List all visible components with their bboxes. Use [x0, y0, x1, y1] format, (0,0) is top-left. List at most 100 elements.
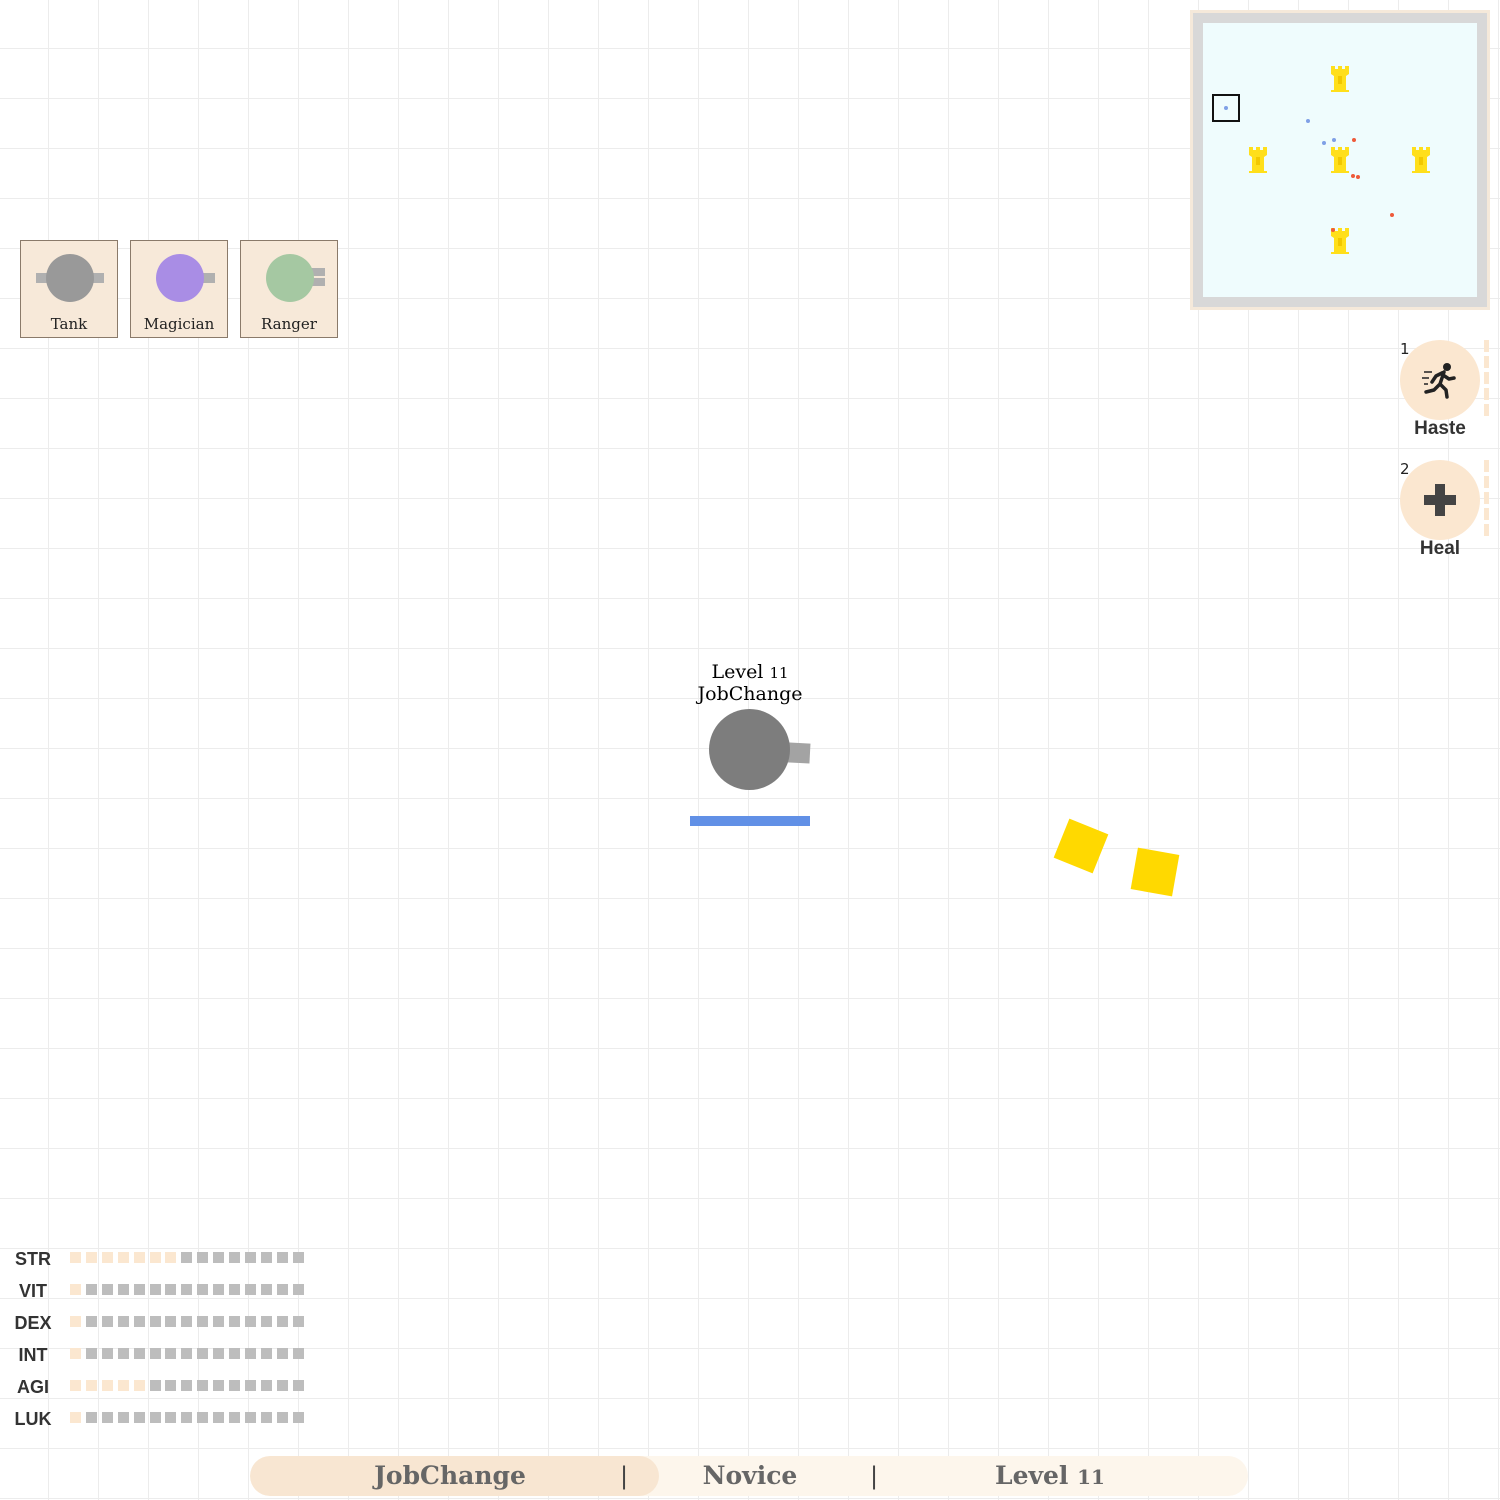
minimap-enemy-dot — [1331, 228, 1335, 232]
player-info-bar: JobChange | Novice | Level 11 — [250, 1456, 1248, 1496]
stat-label: DEX — [14, 1313, 52, 1333]
stat-pip — [165, 1348, 177, 1359]
skill-haste-button[interactable] — [1400, 340, 1480, 420]
stat-pip — [149, 1412, 161, 1423]
stat-pip — [197, 1412, 209, 1423]
minimap-ally-dot — [1224, 106, 1228, 110]
stat-pip — [197, 1316, 209, 1327]
stat-pip — [70, 1380, 81, 1391]
minimap-ally-dot — [1332, 138, 1336, 142]
stat-pip — [117, 1348, 129, 1359]
stat-pips — [70, 1284, 310, 1296]
stat-pip — [117, 1284, 129, 1295]
stat-pip — [244, 1348, 256, 1359]
stat-pip — [70, 1412, 81, 1423]
stat-pip — [117, 1316, 129, 1327]
stat-pip — [70, 1252, 81, 1263]
stat-pip — [197, 1380, 209, 1391]
stat-pip — [149, 1380, 161, 1391]
stat-pip — [165, 1252, 177, 1263]
stat-pip — [165, 1380, 177, 1391]
stat-pip — [276, 1284, 288, 1295]
stat-pip — [197, 1252, 209, 1263]
stat-pip — [85, 1412, 97, 1423]
job-card-magician[interactable]: Magician — [130, 240, 228, 338]
skill-label: Haste — [1414, 418, 1466, 439]
stat-pip — [197, 1284, 209, 1295]
minimap-tower-icon — [1411, 147, 1431, 173]
stat-pip — [197, 1348, 209, 1359]
stat-pip — [276, 1348, 288, 1359]
stat-pip — [117, 1380, 129, 1391]
stat-pip — [229, 1348, 240, 1359]
stat-pip — [276, 1252, 288, 1263]
minimap-tower-icon — [1330, 66, 1350, 92]
bar-level-number: 11 — [1077, 1465, 1105, 1489]
job-card-tank[interactable]: Tank — [20, 240, 118, 338]
stat-pip — [101, 1412, 113, 1423]
stat-pip — [133, 1412, 145, 1423]
stat-pip — [276, 1316, 288, 1327]
player-tank — [709, 709, 790, 790]
stat-pip — [133, 1252, 145, 1263]
stat-pip — [213, 1316, 225, 1327]
minimap-enemy-dot — [1390, 213, 1394, 217]
player-name: JobChange — [697, 683, 803, 705]
stat-label: AGI — [16, 1377, 49, 1397]
stat-pip — [213, 1380, 225, 1391]
stat-label: LUK — [14, 1409, 52, 1429]
stat-pip — [244, 1380, 256, 1391]
stat-pip — [101, 1316, 113, 1327]
plus-cross-icon — [1424, 484, 1456, 516]
stat-pip — [229, 1412, 240, 1423]
stat-pip — [292, 1252, 304, 1263]
stat-pip — [229, 1380, 240, 1391]
minimap-enemy-dot — [1356, 175, 1360, 179]
minimap-tower-icon — [1248, 147, 1268, 173]
bar-level-word: Level — [995, 1461, 1069, 1490]
job-card-label: Ranger — [261, 315, 317, 333]
stat-pip — [260, 1380, 272, 1391]
job-card-ranger[interactable]: Ranger — [240, 240, 338, 338]
stat-pip — [117, 1252, 129, 1263]
stat-label: INT — [18, 1345, 48, 1365]
skill-heal-button[interactable] — [1400, 460, 1480, 540]
stat-pip — [133, 1316, 145, 1327]
stat-pip — [260, 1252, 272, 1263]
stat-pip — [260, 1284, 272, 1295]
stat-pip — [149, 1284, 161, 1295]
stat-pip — [181, 1284, 193, 1295]
stat-pip — [213, 1284, 225, 1295]
stat-pips — [70, 1252, 310, 1264]
stat-pip — [85, 1348, 97, 1359]
stat-pip — [117, 1412, 129, 1423]
stat-pip — [149, 1252, 161, 1263]
stat-pip — [70, 1348, 81, 1359]
stat-pip — [181, 1316, 193, 1327]
skill-cooldown-indicator — [1484, 460, 1489, 536]
stat-pip — [181, 1412, 193, 1423]
stat-pip — [85, 1284, 97, 1295]
running-man-icon — [1422, 363, 1456, 399]
stat-pip — [244, 1252, 256, 1263]
stat-pip — [292, 1348, 304, 1359]
stat-pip — [165, 1412, 177, 1423]
skill-heal[interactable]: 2 Heal — [1396, 460, 1496, 570]
stat-pip — [101, 1348, 113, 1359]
skill-cooldown-indicator — [1484, 340, 1489, 416]
minimap-ally-dot — [1322, 141, 1326, 145]
skill-haste[interactable]: 1 Haste — [1396, 340, 1496, 450]
bar-player-name: JobChange — [374, 1461, 526, 1490]
job-card-label: Magician — [143, 315, 215, 333]
stat-pip — [244, 1316, 256, 1327]
stat-pip — [133, 1348, 145, 1359]
stat-pip — [260, 1348, 272, 1359]
minimap-enemy-dot — [1351, 174, 1355, 178]
stat-pip — [292, 1284, 304, 1295]
stat-pip — [133, 1380, 145, 1391]
stat-pip — [244, 1284, 256, 1295]
stat-pip — [181, 1380, 193, 1391]
skill-hotkey: 2 — [1400, 460, 1410, 478]
stat-pips — [70, 1412, 310, 1424]
player-health-fill — [690, 816, 810, 826]
